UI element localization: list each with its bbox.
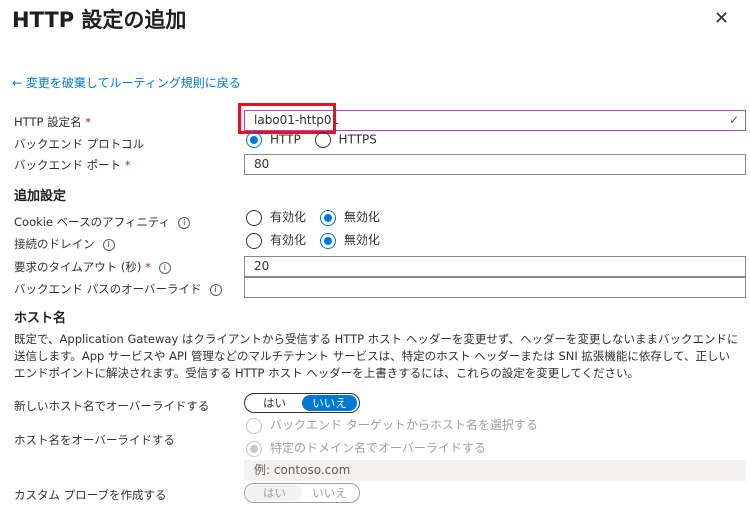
radio-label: 特定のドメイン名でオーバーライドする bbox=[270, 441, 486, 455]
label-text: 要求のタイムアウト (秒) bbox=[14, 260, 142, 274]
connection-drain-label: 接続のドレイン i bbox=[14, 236, 115, 252]
info-icon[interactable]: i bbox=[102, 238, 115, 251]
radio-https[interactable]: HTTPS bbox=[314, 132, 377, 148]
override-new-host-toggle[interactable]: はい いいえ bbox=[244, 393, 360, 413]
additional-settings-heading: 追加設定 bbox=[14, 189, 67, 204]
info-icon[interactable]: i bbox=[158, 261, 171, 274]
radio-disable[interactable]: 無効化 bbox=[319, 208, 380, 226]
backend-protocol-label: バックエンド プロトコル bbox=[14, 137, 145, 151]
radio-enable[interactable]: 有効化 bbox=[246, 231, 306, 249]
required-mark: * bbox=[124, 158, 131, 172]
radio-backend-target[interactable]: バックエンド ターゲットからホスト名を選択する bbox=[246, 416, 538, 434]
connection-drain-radio-group: 有効化 無効化 bbox=[246, 231, 390, 249]
toggle-no[interactable]: いいえ bbox=[302, 395, 357, 411]
radio-label: HTTPS bbox=[338, 132, 377, 147]
radio-selected-icon bbox=[319, 209, 336, 226]
required-mark: * bbox=[145, 260, 151, 274]
label-text: 接続のドレイン bbox=[14, 237, 95, 251]
info-icon[interactable]: i bbox=[209, 283, 222, 296]
label-text: バックエンド パスのオーバーライド bbox=[14, 282, 202, 296]
radio-http[interactable]: HTTP bbox=[246, 132, 301, 148]
radio-empty-icon bbox=[246, 417, 262, 434]
radio-label: 無効化 bbox=[343, 210, 380, 224]
radio-label: 有効化 bbox=[270, 233, 307, 247]
request-timeout-input[interactable]: 20 bbox=[244, 256, 746, 277]
label-text: HTTP 設定名 bbox=[14, 115, 82, 129]
toggle-yes[interactable]: はい bbox=[247, 395, 302, 411]
custom-probe-label: カスタム プローブを作成する bbox=[14, 488, 167, 502]
domain-name-input[interactable]: 例: contoso.com bbox=[244, 460, 746, 481]
radio-selected-icon bbox=[319, 232, 336, 249]
request-timeout-label: 要求のタイムアウト (秒) * i bbox=[14, 259, 171, 275]
backend-path-override-input[interactable] bbox=[244, 277, 746, 298]
override-host-label: ホスト名をオーバーライドする bbox=[14, 433, 175, 447]
radio-label: バックエンド ターゲットからホスト名を選択する bbox=[270, 418, 538, 432]
highlight-box bbox=[238, 103, 336, 134]
radio-selected-icon bbox=[246, 440, 262, 457]
toggle-no[interactable]: いいえ bbox=[302, 485, 357, 501]
label-text: Cookie ベースのアフィニティ bbox=[14, 215, 171, 229]
toggle-yes[interactable]: はい bbox=[247, 485, 302, 501]
override-new-host-label: 新しいホスト名でオーバーライドする bbox=[14, 399, 210, 413]
close-icon[interactable]: ✕ bbox=[714, 8, 729, 29]
backend-port-label: バックエンド ポート * bbox=[14, 157, 131, 173]
host-description: 既定で、Application Gateway はクライアントから受信する HT… bbox=[14, 332, 739, 380]
back-link[interactable]: ← 変更を破棄してルーティング規則に戻る bbox=[12, 74, 241, 91]
radio-empty-icon bbox=[246, 209, 262, 226]
info-icon[interactable]: i bbox=[178, 216, 191, 229]
backend-path-override-label: バックエンド パスのオーバーライド i bbox=[14, 281, 222, 297]
radio-enable[interactable]: 有効化 bbox=[246, 208, 306, 226]
custom-probe-toggle[interactable]: はい いいえ bbox=[244, 483, 360, 503]
label-text: バックエンド ポート bbox=[14, 158, 122, 172]
radio-label: 有効化 bbox=[270, 210, 307, 224]
host-name-heading: ホスト名 bbox=[14, 311, 67, 326]
backend-port-input[interactable]: 80 bbox=[244, 154, 746, 175]
checkmark-icon: ✓ bbox=[728, 113, 739, 127]
radio-label: 無効化 bbox=[343, 233, 380, 247]
page-title: HTTP 設定の追加 bbox=[12, 8, 187, 32]
radio-label: HTTP bbox=[270, 132, 301, 147]
radio-selected-icon bbox=[246, 132, 262, 148]
cookie-affinity-label: Cookie ベースのアフィニティ i bbox=[14, 214, 191, 230]
cookie-affinity-radio-group: 有効化 無効化 bbox=[246, 208, 390, 226]
radio-empty-icon bbox=[246, 232, 262, 249]
protocol-radio-group: HTTP HTTPS bbox=[246, 132, 387, 148]
radio-disable[interactable]: 無効化 bbox=[319, 231, 380, 249]
http-setting-name-label: HTTP 設定名 * bbox=[14, 114, 91, 130]
radio-empty-icon bbox=[314, 132, 331, 148]
required-mark: * bbox=[85, 115, 91, 129]
radio-specific-domain[interactable]: 特定のドメイン名でオーバーライドする bbox=[246, 439, 486, 457]
